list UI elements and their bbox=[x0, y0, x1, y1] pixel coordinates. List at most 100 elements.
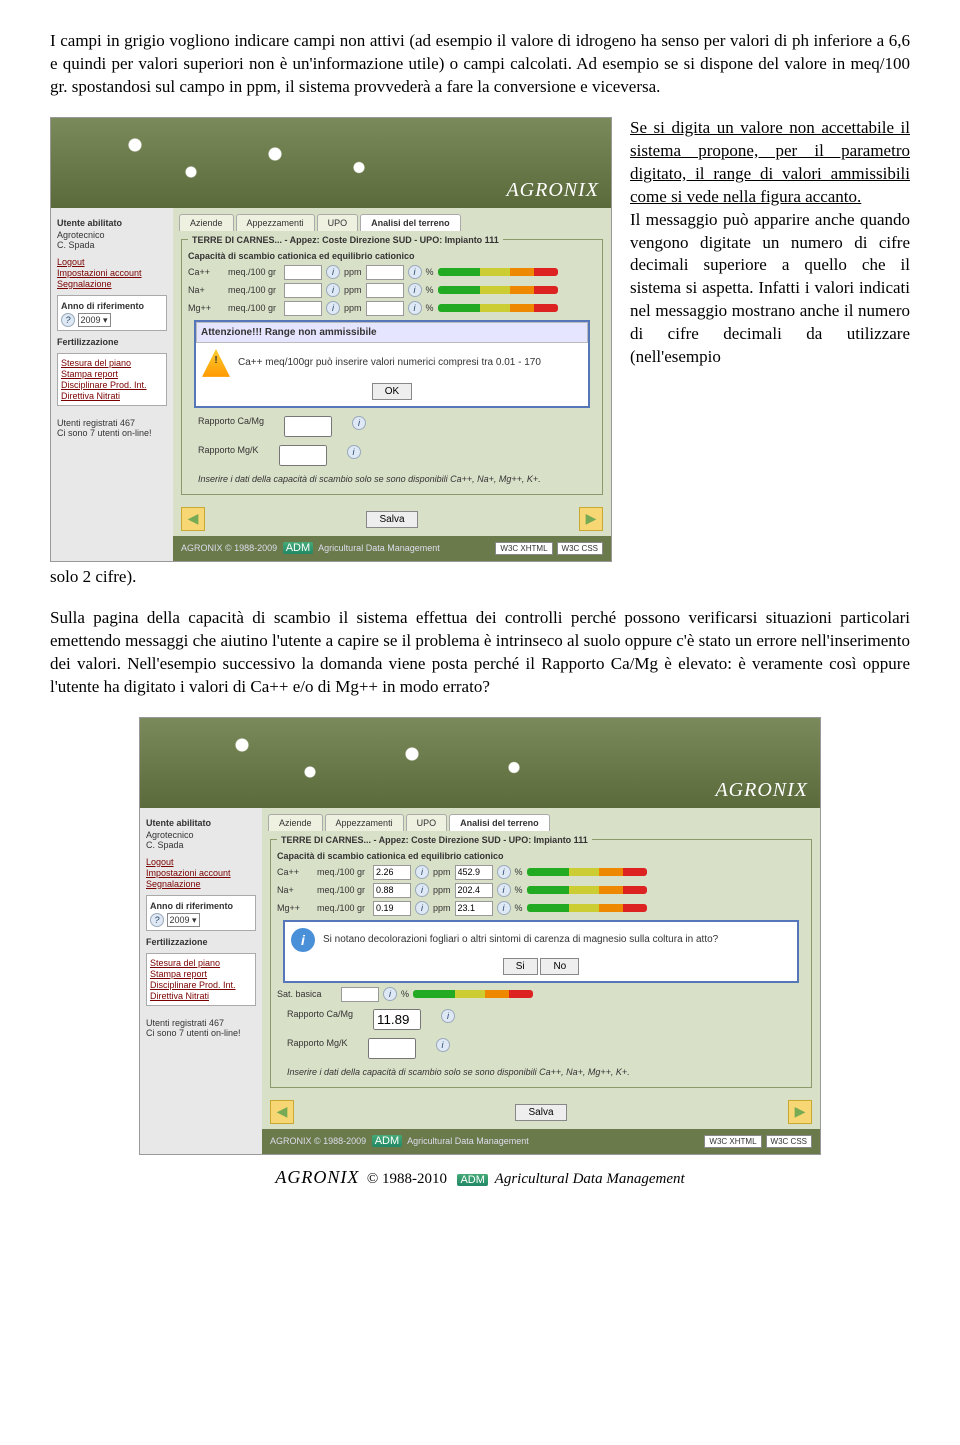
user-type: Agrotecnico bbox=[57, 230, 167, 240]
xhtml-badge: W3C XHTML bbox=[495, 542, 552, 555]
logout-link[interactable]: Logout bbox=[57, 257, 167, 267]
help-icon[interactable]: ? bbox=[61, 313, 75, 327]
main-panel: Aziende Appezzamenti UPO Analisi del ter… bbox=[173, 208, 611, 561]
info-icon[interactable]: i bbox=[415, 883, 429, 897]
report-print-link[interactable]: Stampa report bbox=[150, 969, 252, 979]
info-icon[interactable]: i bbox=[352, 416, 366, 430]
modal-title: Attenzione!!! Range non ammissibile bbox=[196, 322, 588, 343]
info-icon[interactable]: i bbox=[415, 901, 429, 915]
disc-link[interactable]: Disciplinare Prod. Int. bbox=[61, 380, 163, 390]
tab-analisi[interactable]: Analisi del terreno bbox=[449, 814, 550, 831]
brand-logo: AGRONIX bbox=[715, 779, 808, 802]
row-mg: Mg++meq./100 grippmi% bbox=[188, 301, 596, 316]
form-fieldset: TERRE DI CARNES... - Appez: Coste Direzi… bbox=[181, 235, 603, 495]
users-registered: Utenti registrati 467 bbox=[57, 418, 167, 428]
no-button[interactable]: No bbox=[540, 958, 579, 975]
page-footer: AGRONIX © 1988-2010 ADM Agricultural Dat… bbox=[50, 1155, 910, 1200]
tab-appezzamenti[interactable]: Appezzamenti bbox=[325, 814, 404, 831]
users-online: Ci sono 7 utenti on-line! bbox=[57, 428, 167, 438]
modal-text: Si notano decolorazioni fogliari o altri… bbox=[323, 934, 718, 945]
logout-link[interactable]: Logout bbox=[146, 857, 256, 867]
mg-ppm-input[interactable] bbox=[455, 901, 493, 916]
info-icon[interactable]: i bbox=[326, 265, 340, 279]
continuation: solo 2 cifre). bbox=[50, 566, 910, 589]
ratio-mgk-input[interactable] bbox=[368, 1038, 416, 1059]
ok-button[interactable]: OK bbox=[372, 383, 412, 400]
tab-analisi[interactable]: Analisi del terreno bbox=[360, 214, 461, 231]
mg-ppm-input[interactable] bbox=[366, 301, 404, 316]
range-bar bbox=[438, 268, 558, 276]
ca-meq-input[interactable] bbox=[373, 865, 411, 880]
ca-ppm-input[interactable] bbox=[366, 265, 404, 280]
tab-aziende[interactable]: Aziende bbox=[179, 214, 234, 231]
tab-aziende[interactable]: Aziende bbox=[268, 814, 323, 831]
year-label: Anno di riferimento bbox=[61, 301, 163, 311]
tab-appezzamenti[interactable]: Appezzamenti bbox=[236, 214, 315, 231]
account-settings-link[interactable]: Impostazioni account bbox=[57, 268, 167, 278]
range-bar bbox=[438, 286, 558, 294]
help-icon[interactable]: ? bbox=[150, 913, 164, 927]
info-icon[interactable]: i bbox=[408, 301, 422, 315]
na-ppm-input[interactable] bbox=[455, 883, 493, 898]
plan-link[interactable]: Stesura del piano bbox=[150, 958, 252, 968]
tab-upo[interactable]: UPO bbox=[317, 214, 359, 231]
fert-header: Fertilizzazione bbox=[57, 337, 167, 347]
paragraph-3: Sulla pagina della capacità di scambio i… bbox=[50, 607, 910, 699]
sidebar: Utente abilitato Agrotecnico C. Spada Lo… bbox=[140, 808, 262, 1154]
next-arrow[interactable]: ▶ bbox=[579, 507, 603, 531]
disc-link[interactable]: Disciplinare Prod. Int. bbox=[150, 980, 252, 990]
year-select[interactable]: 2009 ▾ bbox=[78, 313, 111, 327]
year-select[interactable]: 2009 ▾ bbox=[167, 913, 200, 927]
warning-modal: Attenzione!!! Range non ammissibile Ca++… bbox=[194, 320, 590, 408]
info-icon[interactable]: i bbox=[497, 865, 511, 879]
info-icon[interactable]: i bbox=[415, 865, 429, 879]
ratio-camg-label: Rapporto Ca/Mg bbox=[198, 416, 264, 437]
mg-meq-input[interactable] bbox=[373, 901, 411, 916]
ca-meq-input[interactable] bbox=[284, 265, 322, 280]
save-button[interactable]: Salva bbox=[515, 1104, 566, 1121]
range-bar bbox=[527, 868, 647, 876]
user-name: C. Spada bbox=[57, 240, 167, 250]
ratio-mgk-input[interactable] bbox=[279, 445, 327, 466]
na-meq-input[interactable] bbox=[284, 283, 322, 298]
confirm-modal: i Si notano decolorazioni fogliari o altr… bbox=[283, 920, 799, 983]
report-link[interactable]: Segnalazione bbox=[57, 279, 167, 289]
screenshot-1: AGRONIX Utente abilitato Agrotecnico C. … bbox=[50, 117, 612, 562]
plan-link[interactable]: Stesura del piano bbox=[61, 358, 163, 368]
mg-meq-input[interactable] bbox=[284, 301, 322, 316]
banner: AGRONIX bbox=[51, 118, 611, 208]
prev-arrow[interactable]: ◀ bbox=[270, 1100, 294, 1124]
prev-arrow[interactable]: ◀ bbox=[181, 507, 205, 531]
nitrati-link[interactable]: Direttiva Nitrati bbox=[150, 991, 252, 1001]
info-icon[interactable]: i bbox=[408, 265, 422, 279]
account-settings-link[interactable]: Impostazioni account bbox=[146, 868, 256, 878]
info-icon[interactable]: i bbox=[326, 283, 340, 297]
sat-input[interactable] bbox=[341, 987, 379, 1002]
info-icon[interactable]: i bbox=[441, 1009, 455, 1023]
nitrati-link[interactable]: Direttiva Nitrati bbox=[61, 391, 163, 401]
breadcrumb: TERRE DI CARNES... - Appez: Coste Direzi… bbox=[277, 835, 592, 845]
info-icon[interactable]: i bbox=[326, 301, 340, 315]
save-button[interactable]: Salva bbox=[366, 511, 417, 528]
ratio-mgk-label: Rapporto Mg/K bbox=[198, 445, 259, 466]
tab-upo[interactable]: UPO bbox=[406, 814, 448, 831]
info-icon[interactable]: i bbox=[497, 901, 511, 915]
na-ppm-input[interactable] bbox=[366, 283, 404, 298]
breadcrumb: TERRE DI CARNES... - Appez: Coste Direzi… bbox=[188, 235, 503, 245]
yes-button[interactable]: Si bbox=[503, 958, 538, 975]
ratio-camg-input[interactable] bbox=[373, 1009, 421, 1030]
next-arrow[interactable]: ▶ bbox=[788, 1100, 812, 1124]
info-icon[interactable]: i bbox=[347, 445, 361, 459]
info-icon[interactable]: i bbox=[497, 883, 511, 897]
na-meq-input[interactable] bbox=[373, 883, 411, 898]
info-icon: i bbox=[291, 928, 315, 952]
report-print-link[interactable]: Stampa report bbox=[61, 369, 163, 379]
info-icon[interactable]: i bbox=[436, 1038, 450, 1052]
ratio-camg-input[interactable] bbox=[284, 416, 332, 437]
report-link[interactable]: Segnalazione bbox=[146, 879, 256, 889]
info-icon[interactable]: i bbox=[408, 283, 422, 297]
info-icon[interactable]: i bbox=[383, 987, 397, 1001]
banner: AGRONIX bbox=[140, 718, 820, 808]
section-title: Capacità di scambio cationica ed equilib… bbox=[188, 251, 596, 261]
ca-ppm-input[interactable] bbox=[455, 865, 493, 880]
